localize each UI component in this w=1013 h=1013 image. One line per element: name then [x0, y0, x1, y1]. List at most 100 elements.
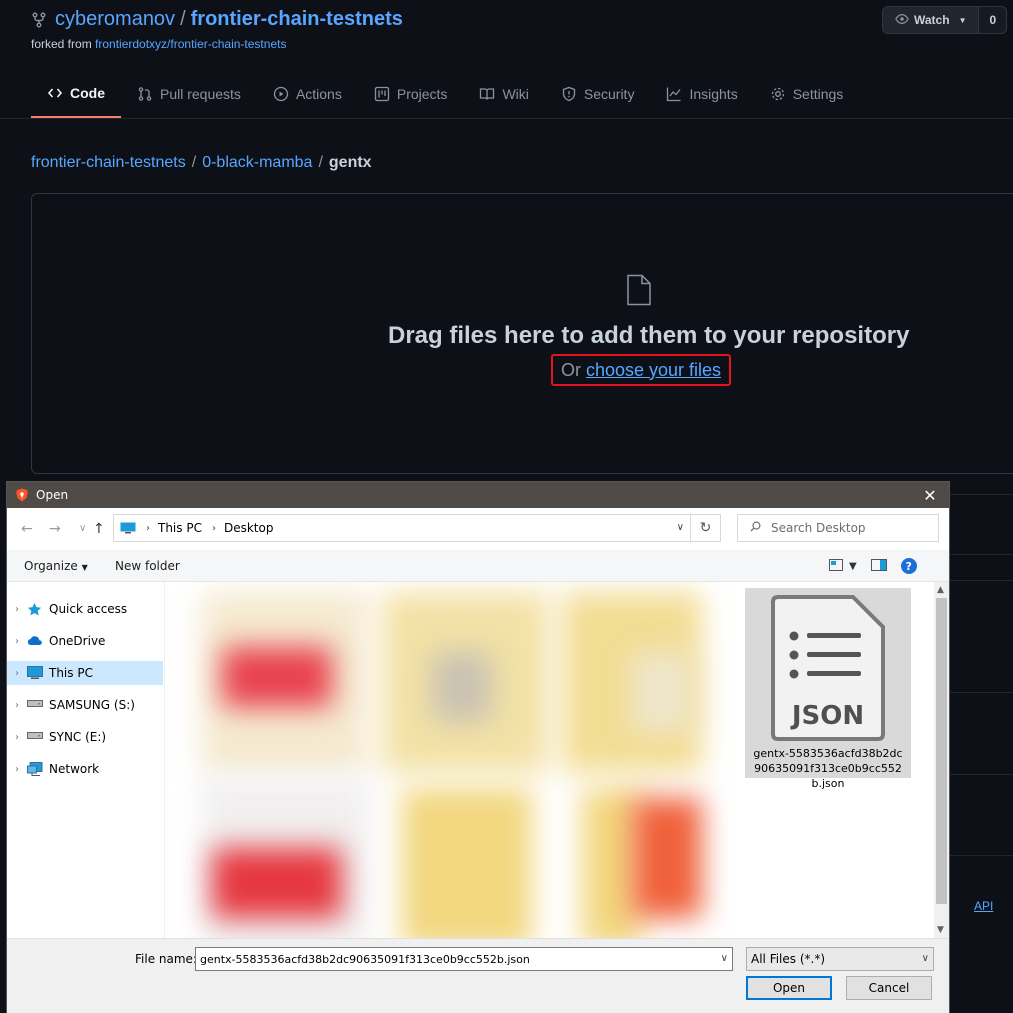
chevron-down-icon: ▼ [81, 563, 88, 572]
forked-from-label: forked from [31, 37, 92, 51]
breadcrumb-current: gentx [328, 154, 372, 171]
drive-icon [27, 730, 43, 744]
file-item-selected[interactable]: JSON gentx-5583536acfd38b2dc90635091f313… [745, 588, 911, 790]
tab-pull-requests[interactable]: Pull requests [121, 70, 257, 118]
json-icon-text: JSON [790, 701, 864, 731]
repo-title: cyberomanov / frontier-chain-testnets [31, 8, 403, 31]
tab-settings[interactable]: Settings [754, 70, 860, 118]
tab-wiki[interactable]: Wiki [463, 70, 544, 118]
tab-actions[interactable]: Actions [257, 70, 358, 118]
file-type-select[interactable]: All Files (*.*) ∨ [746, 947, 934, 971]
back-arrow-icon[interactable]: ← [21, 521, 33, 537]
organize-button[interactable]: Organize ▼ [24, 559, 88, 573]
divider [950, 580, 1013, 581]
search-icon [750, 521, 761, 535]
address-bar[interactable]: › This PC › Desktop ∨ [113, 514, 691, 542]
nav-item-network[interactable]: › Network [7, 757, 163, 781]
chevron-right-icon[interactable]: › [7, 764, 27, 775]
chevron-down-icon: ▼ [958, 15, 967, 25]
navigation-pane: › Quick access › OneDrive › This PC › SA… [7, 582, 165, 938]
file-item-blurred[interactable] [382, 592, 548, 782]
address-desktop[interactable]: Desktop [224, 521, 274, 535]
chevron-right-icon[interactable]: › [7, 604, 27, 615]
chevron-right-icon[interactable]: › [7, 732, 27, 743]
nav-item-label: This PC [49, 666, 93, 680]
file-type-value: All Files (*.*) [751, 952, 826, 966]
repo-owner-link[interactable]: cyberomanov [55, 8, 175, 31]
repo-separator: / [180, 8, 186, 30]
tabs-divider [0, 118, 1013, 119]
nav-item-quick-access[interactable]: › Quick access [7, 597, 163, 621]
project-icon [374, 86, 390, 102]
breadcrumb-root-link[interactable]: frontier-chain-testnets [31, 154, 186, 171]
repo-name-link[interactable]: frontier-chain-testnets [191, 8, 403, 31]
choose-files-prefix: Or [560, 359, 581, 380]
scroll-up-icon[interactable]: ▲ [937, 585, 944, 595]
tab-security[interactable]: Security [545, 70, 651, 118]
repo-forked-icon [31, 12, 47, 28]
view-mode-icon[interactable] [829, 558, 843, 574]
nav-item-label: SYNC (E:) [49, 730, 107, 744]
file-item-blurred[interactable] [382, 778, 548, 938]
file-item-blurred[interactable] [202, 778, 368, 938]
shield-icon [562, 86, 576, 102]
chevron-right-icon[interactable]: › [7, 700, 27, 711]
open-file-dialog: Open ✕ ← → ∨ ↑ › This PC › Desktop ∨ ↻ S… [6, 481, 950, 1013]
file-name-label: File name: [135, 952, 197, 966]
tab-insights[interactable]: Insights [650, 70, 753, 118]
address-this-pc[interactable]: This PC [158, 521, 202, 535]
file-name-input[interactable]: gentx-5583536acfd38b2dc90635091f313ce0b9… [195, 947, 733, 971]
file-list-scrollbar[interactable]: ▲ ▼ [934, 582, 949, 938]
cancel-button[interactable]: Cancel [846, 976, 932, 1000]
forward-arrow-icon[interactable]: → [49, 521, 61, 537]
refresh-button[interactable]: ↻ [691, 514, 721, 542]
file-item-blurred[interactable] [202, 592, 368, 782]
graph-icon [667, 87, 681, 102]
search-input[interactable]: Search Desktop [737, 514, 939, 542]
watch-count[interactable]: 0 [979, 7, 1007, 33]
chevron-right-icon[interactable]: › [7, 668, 27, 679]
tab-settings-label: Settings [792, 86, 844, 102]
choose-files-link[interactable]: choose your files [586, 360, 721, 381]
watch-button[interactable]: Watch ▼ [883, 7, 980, 33]
file-item-name: gentx-5583536acfd38b2dc90635091f313ce0b9… [753, 747, 903, 790]
eye-icon [895, 12, 909, 29]
tab-code[interactable]: Code [31, 70, 121, 118]
chevron-right-icon[interactable]: › [7, 636, 27, 647]
help-icon[interactable]: ? [900, 558, 917, 574]
forked-from-link[interactable]: frontierdotxyz/frontier-chain-testnets [95, 37, 286, 51]
scrollbar-thumb[interactable] [936, 598, 947, 904]
search-placeholder: Search Desktop [771, 521, 866, 535]
computer-icon [27, 666, 43, 680]
nav-item-this-pc[interactable]: › This PC [7, 661, 163, 685]
refresh-icon: ↻ [699, 520, 712, 536]
divider [950, 554, 1013, 555]
drive-icon [27, 698, 43, 712]
breadcrumb-folder-link[interactable]: 0-black-mamba [202, 154, 312, 171]
nav-item-sync-drive[interactable]: › SYNC (E:) [7, 725, 163, 749]
upload-dropzone[interactable]: Drag files here to add them to your repo… [31, 193, 1013, 474]
chevron-down-icon[interactable]: ∨ [721, 953, 728, 964]
organize-label: Organize [24, 559, 78, 573]
star-icon [27, 602, 43, 616]
scroll-down-icon[interactable]: ▼ [937, 925, 944, 935]
book-icon [480, 88, 495, 100]
preview-pane-icon[interactable] [870, 558, 887, 574]
address-row: ← → ∨ ↑ › This PC › Desktop ∨ ↻ Search D… [7, 508, 949, 550]
file-item-blurred[interactable] [562, 592, 728, 782]
nav-item-samsung-drive[interactable]: › SAMSUNG (S:) [7, 693, 163, 717]
nav-item-onedrive[interactable]: › OneDrive [7, 629, 163, 653]
chevron-down-icon: ∨ [921, 953, 929, 964]
dialog-close-button[interactable]: ✕ [915, 482, 945, 508]
view-dropdown-icon[interactable]: ▼ [849, 561, 857, 572]
footer-api-link[interactable]: API [974, 899, 993, 913]
file-item-blurred[interactable] [562, 778, 728, 938]
tab-projects[interactable]: Projects [358, 70, 464, 118]
chevron-down-icon[interactable]: ∨ [677, 522, 684, 533]
recent-chevron-icon[interactable]: ∨ [79, 523, 86, 534]
open-button[interactable]: Open [746, 976, 832, 1000]
divider [950, 774, 1013, 775]
gear-icon [771, 87, 784, 101]
new-folder-button[interactable]: New folder [115, 559, 180, 573]
up-arrow-icon[interactable]: ↑ [93, 521, 105, 537]
